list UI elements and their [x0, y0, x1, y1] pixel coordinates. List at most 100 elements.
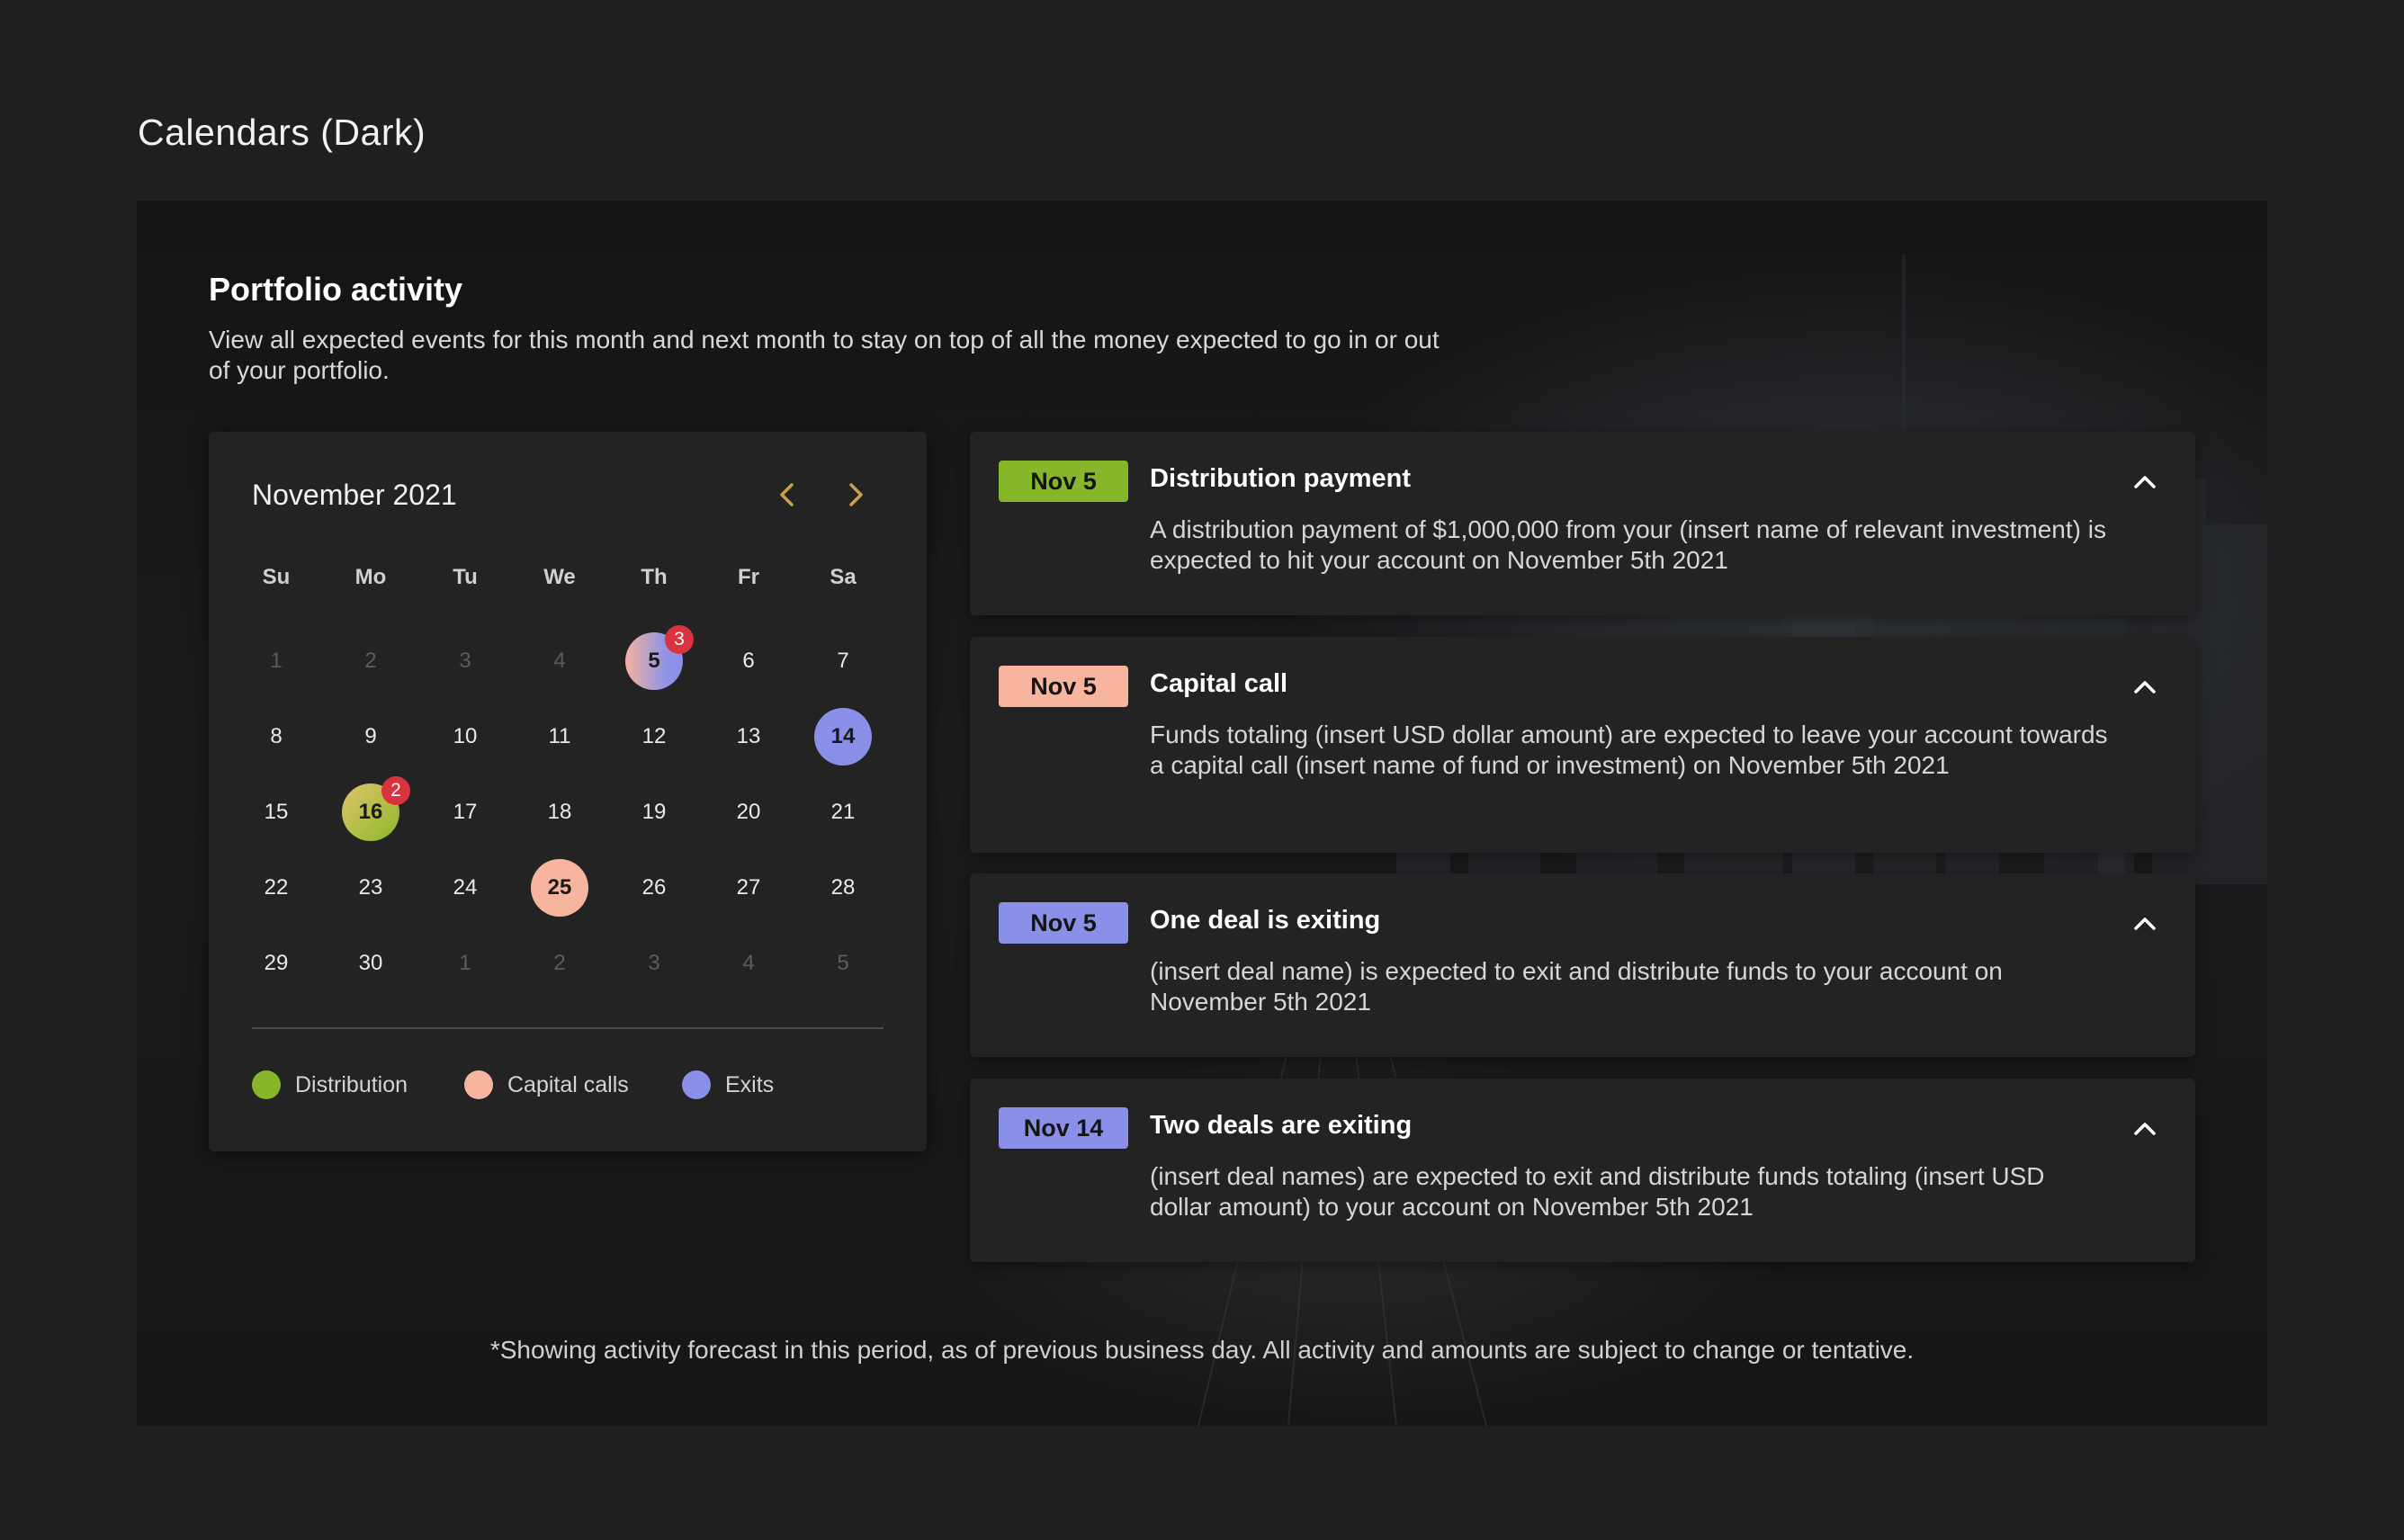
calendar-day[interactable]: 24: [436, 859, 494, 917]
calendar-day[interactable]: 19: [625, 783, 683, 841]
day-number: 10: [453, 724, 478, 748]
calendar-day[interactable]: 28: [814, 859, 872, 917]
day-number: 2: [364, 649, 377, 673]
day-number: 2: [553, 951, 566, 975]
calendar-day[interactable]: 29: [247, 935, 305, 992]
event-card: Nov 5 One deal is exiting (insert deal n…: [970, 873, 2195, 1057]
day-number: 23: [358, 875, 383, 900]
legend-label: Exits: [725, 1071, 775, 1097]
event-date-badge: Nov 5: [999, 461, 1128, 502]
chevron-up-icon: [2134, 476, 2156, 488]
event-count-badge: 2: [381, 776, 410, 805]
event-title: One deal is exiting: [1150, 906, 1381, 935]
event-date-badge: Nov 5: [999, 902, 1128, 944]
day-number: 7: [837, 649, 849, 673]
event-card: Nov 14 Two deals are exiting (insert dea…: [970, 1079, 2195, 1262]
calendar-day[interactable]: 4: [720, 935, 777, 992]
day-number: 28: [830, 875, 856, 900]
legend-item-exits: Exits: [682, 1070, 774, 1099]
legend-dot: [682, 1070, 711, 1099]
calendar-day[interactable]: 9: [342, 708, 399, 766]
day-number: 3: [459, 649, 471, 673]
calendar-day-event[interactable]: 25: [531, 859, 588, 917]
calendar-day[interactable]: 17: [436, 783, 494, 841]
day-number: 22: [264, 875, 289, 900]
collapse-button[interactable]: [2129, 671, 2161, 703]
calendar-day[interactable]: 27: [720, 859, 777, 917]
event-date-badge: Nov 5: [999, 666, 1128, 707]
calendar-divider: [252, 1027, 884, 1029]
day-number: 5: [648, 649, 660, 673]
calendar-day[interactable]: 2: [342, 632, 399, 690]
calendar-day[interactable]: 10: [436, 708, 494, 766]
calendar-day-event[interactable]: 14: [814, 708, 872, 766]
event-description: (insert deal names) are expected to exit…: [1150, 1162, 2045, 1221]
footnote: *Showing activity forecast in this perio…: [489, 1336, 1915, 1364]
calendar-day[interactable]: 5: [814, 935, 872, 992]
day-number: 14: [830, 724, 856, 748]
day-number: 4: [553, 649, 566, 673]
event-count-badge: 3: [665, 625, 694, 654]
day-number: 30: [358, 951, 383, 975]
calendar-day[interactable]: 11: [531, 708, 588, 766]
day-number: 5: [837, 951, 849, 975]
calendar-days-grid: 1 2 3 4 5 3 6 7 8 9 10 11 12 13 14 15 16 2 17 18 19 20 21 22 23 2…: [209, 432, 927, 1061]
calendar-day[interactable]: 23: [342, 859, 399, 917]
calendar-day[interactable]: 2: [531, 935, 588, 992]
calendar-day[interactable]: 15: [247, 783, 305, 841]
calendar-day[interactable]: 3: [436, 632, 494, 690]
event-description: (insert deal name) is expected to exit a…: [1150, 957, 2003, 1016]
day-number: 16: [358, 800, 383, 824]
day-number: 19: [641, 800, 667, 824]
calendar-day[interactable]: 22: [247, 859, 305, 917]
day-number: 8: [270, 724, 283, 748]
calendar-day-event[interactable]: 53: [625, 625, 694, 690]
calendar-day[interactable]: 6: [720, 632, 777, 690]
legend-dot: [252, 1070, 281, 1099]
calendar-day[interactable]: 21: [814, 783, 872, 841]
legend-item-capital-calls: Capital calls: [464, 1070, 629, 1099]
calendar-day[interactable]: 7: [814, 632, 872, 690]
day-number: 1: [459, 951, 471, 975]
day-number: 12: [641, 724, 667, 748]
day-number: 29: [264, 951, 289, 975]
event-description: Funds totaling (insert USD dollar amount…: [1150, 721, 2108, 779]
calendar-day[interactable]: 1: [247, 632, 305, 690]
legend-label: Distribution: [295, 1071, 408, 1097]
event-description: A distribution payment of $1,000,000 fro…: [1150, 515, 2106, 574]
day-number: 24: [453, 875, 478, 900]
calendar-day[interactable]: 26: [625, 859, 683, 917]
day-number: 13: [736, 724, 761, 748]
calendar-day[interactable]: 20: [720, 783, 777, 841]
day-number: 11: [548, 724, 571, 748]
day-number: 15: [264, 800, 289, 824]
event-date-badge: Nov 14: [999, 1107, 1128, 1149]
day-number: 3: [648, 951, 660, 975]
calendar-day[interactable]: 4: [531, 632, 588, 690]
calendar-day[interactable]: 30: [342, 935, 399, 992]
calendar-day-event[interactable]: 16 2: [342, 776, 410, 841]
day-number: 6: [742, 649, 755, 673]
legend-dot: [464, 1070, 493, 1099]
calendar-day[interactable]: 1: [436, 935, 494, 992]
event-title: Capital call: [1150, 669, 1288, 698]
collapse-button[interactable]: [2129, 908, 2161, 940]
chevron-up-icon: [2134, 681, 2156, 694]
legend-item-distribution: Distribution: [252, 1070, 408, 1099]
section-title: Portfolio activity: [209, 271, 463, 308]
calendar-day[interactable]: 12: [625, 708, 683, 766]
chevron-up-icon: [2134, 918, 2156, 930]
calendar-day[interactable]: 13: [720, 708, 777, 766]
calendar-day[interactable]: 3: [625, 935, 683, 992]
day-number: 20: [736, 800, 761, 824]
page-title: Calendars (Dark): [138, 112, 426, 153]
day-number: 1: [270, 649, 283, 673]
collapse-button[interactable]: [2129, 1113, 2161, 1145]
day-number: 18: [547, 800, 572, 824]
legend-label: Capital calls: [507, 1071, 629, 1097]
event-title: Two deals are exiting: [1150, 1111, 1413, 1140]
calendar-day[interactable]: 8: [247, 708, 305, 766]
collapse-button[interactable]: [2129, 466, 2161, 498]
day-number: 4: [742, 951, 755, 975]
calendar-day[interactable]: 18: [531, 783, 588, 841]
